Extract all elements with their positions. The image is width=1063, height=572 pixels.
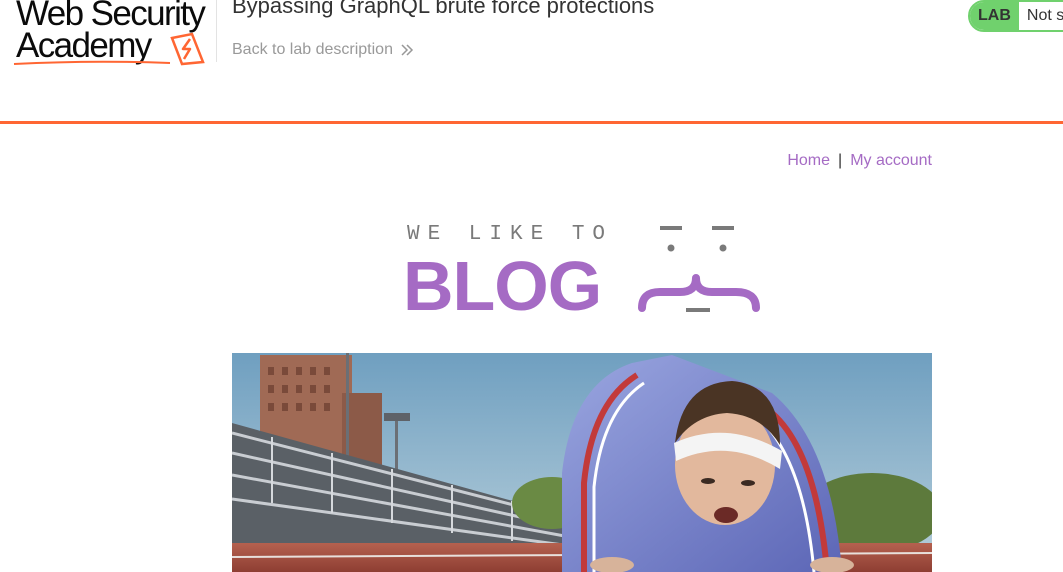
academy-bolt-icon: [170, 32, 205, 66]
academy-header: Web Security Academy Bypassing GraphQL b…: [0, 0, 1063, 124]
logo-underline: [13, 60, 171, 65]
nav-home-link[interactable]: Home: [787, 152, 830, 169]
lab-status-widget: LAB Not solved: [968, 0, 1063, 32]
lab-title: Bypassing GraphQL brute force protection…: [232, 0, 655, 18]
blog-logo: WE LIKE TO BLOG: [400, 218, 770, 325]
runner-on-starting-line: [232, 353, 932, 572]
double-chevron-right-icon: [401, 44, 414, 56]
header-divider: [216, 0, 217, 62]
web-security-academy-logo[interactable]: Web Security Academy: [12, 0, 218, 70]
hero-image-runner: [232, 353, 932, 572]
blog-tagline: WE LIKE TO: [407, 223, 614, 246]
blog-nav: Home | My account: [232, 152, 932, 174]
nav-my-account-link[interactable]: My account: [850, 152, 932, 169]
nav-separator: |: [838, 152, 843, 169]
blog-word: BLOG: [403, 247, 602, 325]
back-link-label: Back to lab description: [232, 41, 393, 58]
back-to-lab-description-link[interactable]: Back to lab description: [232, 41, 415, 59]
lab-badge: LAB: [970, 2, 1019, 30]
lab-status-text: Not solved: [1026, 7, 1063, 24]
curly-brace-face-icon: [638, 226, 760, 312]
